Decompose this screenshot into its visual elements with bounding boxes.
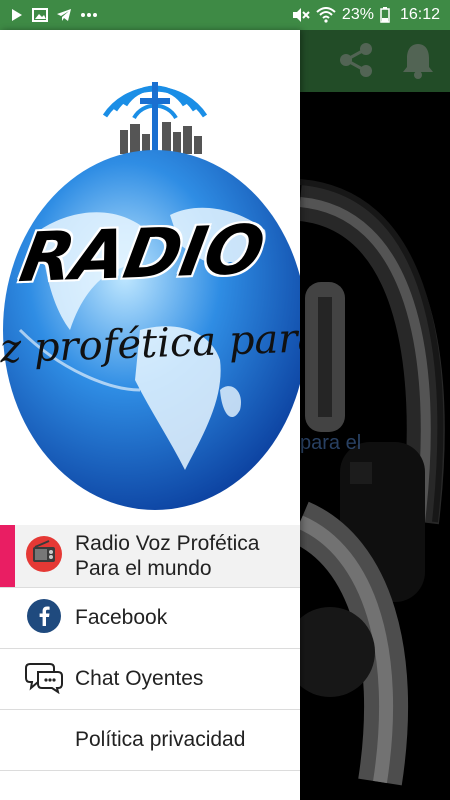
navigation-drawer: RADIO z profética para e Radio Voz Profé…	[0, 30, 300, 800]
logo-title: RADIO	[14, 210, 270, 299]
battery-icon	[380, 7, 390, 23]
drawer-header-logo: RADIO z profética para e	[0, 30, 300, 525]
menu-item-privacy-label: Política privacidad	[75, 728, 246, 752]
menu-item-radio[interactable]: Radio Voz Profética Para el mundo	[0, 525, 300, 588]
battery-percent: 23%	[341, 6, 374, 23]
radio-icon	[25, 535, 63, 578]
drawer-scrim[interactable]	[300, 30, 450, 800]
facebook-icon	[26, 598, 62, 639]
menu-item-facebook-label: Facebook	[75, 606, 168, 630]
menu-item-radio-label: Radio Voz Profética Para el mundo	[75, 531, 260, 580]
play-icon	[10, 8, 24, 22]
status-bar: 23% 16:12	[0, 0, 450, 30]
chat-icon	[24, 660, 64, 699]
active-indicator	[0, 525, 15, 587]
menu-item-chat-label: Chat Oyentes	[75, 667, 204, 691]
wifi-icon	[316, 7, 336, 23]
mute-icon	[292, 7, 310, 23]
menu-item-facebook[interactable]: Facebook	[0, 588, 300, 649]
clock: 16:12	[399, 6, 440, 23]
menu-item-privacy[interactable]: Política privacidad	[0, 710, 300, 771]
more-dots-icon	[80, 12, 98, 18]
image-icon	[32, 8, 48, 22]
telegram-icon	[56, 8, 72, 22]
drawer-menu: Radio Voz Profética Para el mundo Facebo…	[0, 525, 300, 771]
menu-item-chat[interactable]: Chat Oyentes	[0, 649, 300, 710]
